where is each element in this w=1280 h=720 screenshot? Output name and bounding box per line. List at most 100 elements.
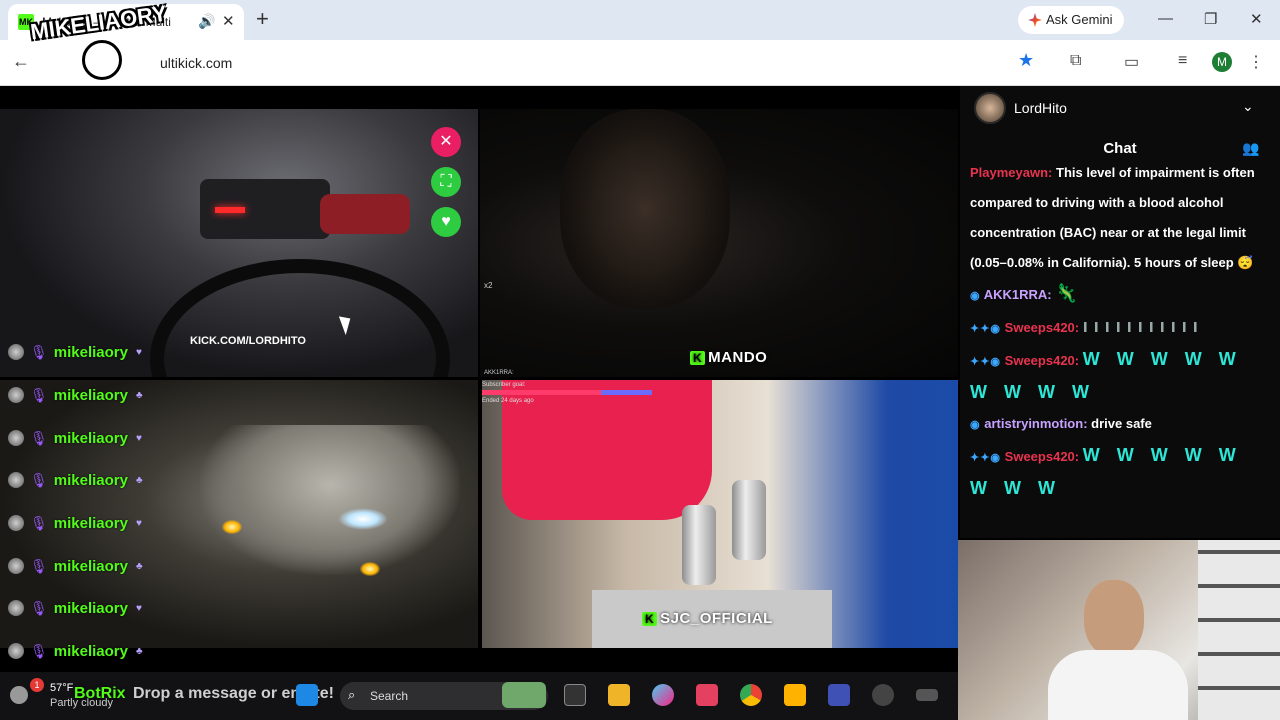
user-badge-icon: ◉	[970, 419, 981, 431]
user-avatar-icon	[8, 515, 24, 531]
picsart-icon[interactable]	[696, 684, 718, 706]
chat-username[interactable]: Sweeps420:	[1005, 353, 1079, 368]
webcam-feed	[958, 540, 1280, 720]
can	[732, 480, 766, 560]
close-window-icon[interactable]: ✕	[1250, 10, 1263, 28]
favorite-heart-icon[interactable]: ♥	[431, 207, 461, 237]
task-view-icon[interactable]	[564, 684, 586, 706]
user-avatar-icon	[8, 430, 24, 446]
badge-icon: ♣	[136, 474, 143, 486]
stream-2-video[interactable]: x2 K MANDO	[480, 109, 958, 377]
botrix-label: BotRix	[74, 685, 126, 702]
username: mikeliaory	[53, 471, 128, 489]
profile-avatar[interactable]: M	[1212, 52, 1232, 72]
weather-icon[interactable]	[10, 686, 28, 704]
multiplier-badge: x2	[484, 281, 493, 290]
user-badge-icon: ✦✦◉	[970, 323, 1002, 335]
badge-icon: ♥	[136, 602, 142, 614]
copilot-icon[interactable]	[652, 684, 674, 706]
chat-message: ✦✦◉ Sweeps420: W W W W W W W W W	[970, 344, 1270, 409]
badge-icon: ♥	[136, 346, 142, 358]
user-badge-icon: ◉	[970, 290, 981, 302]
username-row: 🎙 mikeliaory ♥	[8, 340, 142, 364]
chevron-down-icon[interactable]: ⌄	[1242, 98, 1254, 115]
headlight	[338, 508, 388, 530]
foglight	[222, 520, 242, 534]
ask-gemini-button[interactable]: Ask Gemini	[1018, 6, 1125, 34]
chat-username[interactable]: Sweeps420:	[1005, 449, 1079, 464]
sub-goal-ended: Ended 24 days ago	[482, 398, 534, 404]
notification-badge: 1	[30, 678, 44, 692]
user-avatar-icon	[8, 387, 24, 403]
windows-start-icon[interactable]	[296, 684, 318, 706]
bookmark-star-icon[interactable]: ★	[1018, 50, 1034, 71]
streamer-face	[560, 109, 730, 309]
username-row: 🎙 mikeliaory ♣	[8, 554, 143, 578]
chrome-icon[interactable]	[740, 684, 762, 706]
sun-app-icon[interactable]	[784, 684, 806, 706]
url-field[interactable]: ultikick.com	[160, 55, 232, 71]
stream-1-video[interactable]: KICK.COM/LORDHITO ✕ ⛶ ♥	[0, 109, 478, 377]
username-row: 🎙 mikeliaory ♥	[8, 511, 142, 535]
username: mikeliaory	[53, 557, 128, 575]
obs-icon[interactable]	[872, 684, 894, 706]
channel-name: LordHito	[1014, 100, 1067, 116]
username: mikeliaory	[53, 386, 128, 404]
more-menu-icon[interactable]: ⋮	[1248, 52, 1264, 72]
stream-4-video[interactable]: Subscriber goal: Ended 24 days ago K SJC_…	[482, 380, 958, 648]
kick-badge-icon: K	[690, 351, 706, 365]
stream-label: K SJC_OFFICIAL	[642, 610, 773, 627]
restore-icon[interactable]: ❐	[1204, 10, 1217, 28]
mic-icon: 🎙	[30, 343, 48, 360]
gemini-icon	[1028, 13, 1042, 27]
shelf	[1198, 540, 1280, 720]
file-explorer-icon[interactable]	[608, 684, 630, 706]
foglight	[360, 562, 380, 576]
chat-username[interactable]: AKK1RRA:	[984, 287, 1052, 302]
user-avatar-icon	[8, 558, 24, 574]
chat-username[interactable]: artistryinmotion:	[984, 416, 1087, 431]
users-icon[interactable]: 👥	[1242, 140, 1259, 157]
user-avatar-icon	[8, 472, 24, 488]
chat-username[interactable]: Playmeyawn:	[970, 165, 1052, 180]
mascot-icon	[82, 40, 122, 80]
chat-messages[interactable]: Playmeyawn: This level of impairment is …	[970, 164, 1270, 528]
minimize-icon[interactable]: —	[1158, 10, 1173, 27]
speaker-icon[interactable]: 🔊	[198, 13, 215, 30]
sub-goal-label: Subscriber goal:	[482, 382, 526, 388]
app-icon[interactable]	[828, 684, 850, 706]
sub-goal-user: AKK1RRA:	[484, 370, 514, 376]
close-stream-icon[interactable]: ✕	[431, 127, 461, 157]
username-row: 🎙 mikeliaory ♣	[8, 468, 143, 492]
channel-selector[interactable]: LordHito ⌄	[960, 86, 1280, 130]
bold-flavor-sign	[902, 400, 958, 648]
chat-text: drive safe	[1091, 416, 1152, 431]
crashed-car	[200, 425, 460, 575]
srt-icon[interactable]	[916, 689, 938, 701]
new-tab-button[interactable]: +	[256, 6, 269, 32]
mic-icon: 🎙	[30, 599, 48, 616]
person	[1048, 580, 1188, 720]
chat-username[interactable]: Sweeps420:	[1005, 320, 1079, 335]
back-arrow-icon[interactable]: ←	[12, 51, 30, 72]
chat-message: Playmeyawn: This level of impairment is …	[970, 164, 1270, 278]
cast-icon[interactable]: ▭	[1124, 52, 1139, 72]
widgets-icon[interactable]	[502, 682, 546, 708]
chat-message: ◉ AKK1RRA: 🦎	[970, 278, 1270, 311]
mic-icon: 🎙	[30, 429, 48, 446]
fullscreen-icon[interactable]: ⛶	[431, 167, 461, 197]
media-control-icon[interactable]: ≡	[1178, 52, 1187, 70]
mic-icon: 🎙	[30, 642, 48, 659]
user-avatar-icon	[8, 344, 24, 360]
username: mikeliaory	[53, 642, 128, 660]
badge-icon: ♥	[136, 517, 142, 529]
chat-title: Chat	[1103, 140, 1137, 157]
user-avatar-icon	[8, 643, 24, 659]
extensions-icon[interactable]: ⧉	[1070, 52, 1081, 70]
search-placeholder: Search	[370, 689, 409, 703]
username-row: 🎙 mikeliaory ♥	[8, 426, 142, 450]
kick-badge-icon: K	[642, 612, 658, 626]
can	[682, 505, 716, 585]
close-tab-icon[interactable]: ✕	[222, 12, 235, 30]
red-car	[320, 194, 410, 234]
